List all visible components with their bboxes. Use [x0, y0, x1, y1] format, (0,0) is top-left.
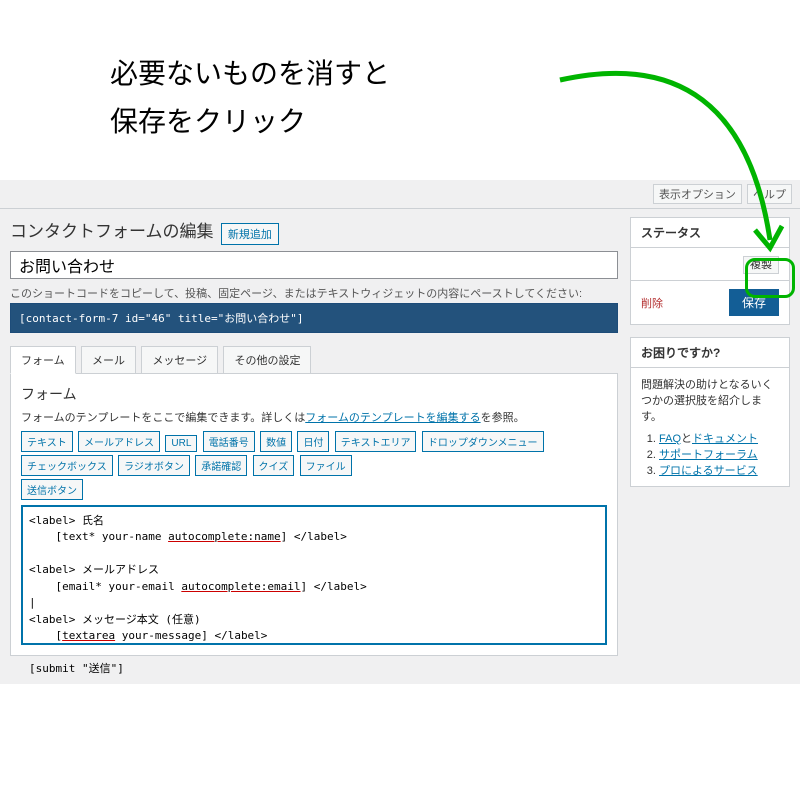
annotation-highlight-box [745, 258, 795, 298]
tag-btn-acceptance[interactable]: 承諾確認 [195, 455, 247, 476]
status-heading: ステータス [631, 218, 789, 248]
delete-link[interactable]: 削除 [641, 295, 663, 311]
tag-btn-date[interactable]: 日付 [297, 431, 329, 452]
form-section-heading: フォーム [21, 384, 607, 404]
shortcode-hint: このショートコードをコピーして、投稿、固定ページ、またはテキストウィジェットの内… [10, 285, 618, 301]
form-template-textarea[interactable]: <label> 氏名 [text* your-name autocomplete… [21, 505, 607, 645]
tab-mail[interactable]: メール [81, 346, 136, 373]
admin-page: 表示オプション ヘルプ コンタクトフォームの編集 新規追加 このショートコードを… [0, 180, 800, 684]
add-new-button[interactable]: 新規追加 [221, 223, 279, 245]
tag-btn-checkbox[interactable]: チェックボックス [21, 455, 113, 476]
help-description: 問題解決の助けとなるいくつかの選択肢を紹介します。 [641, 376, 779, 424]
form-title-input[interactable] [10, 251, 618, 279]
tag-btn-quiz[interactable]: クイズ [253, 455, 295, 476]
form-description: フォームのテンプレートをここで編集できます。詳しくはフォームのテンプレートを編集… [21, 409, 607, 425]
template-help-link[interactable]: フォームのテンプレートを編集する [305, 412, 480, 424]
tab-settings[interactable]: その他の設定 [223, 346, 311, 373]
tag-generator-buttons: テキスト メールアドレス URL 電話番号 数値 日付 テキストエリア ドロップ… [21, 431, 607, 503]
help-item-3: プロによるサービス [659, 462, 779, 478]
help-link-docs[interactable]: ドキュメント [692, 433, 758, 445]
tab-form[interactable]: フォーム [10, 346, 76, 374]
tag-btn-submit[interactable]: 送信ボタン [21, 479, 83, 500]
tag-btn-dropdown[interactable]: ドロップダウンメニュー [422, 431, 544, 452]
help-item-2: サポートフォーラム [659, 446, 779, 462]
tag-btn-email[interactable]: メールアドレス [78, 431, 160, 452]
help-link-forum[interactable]: サポートフォーラム [659, 449, 758, 461]
screen-options-btn[interactable]: 表示オプション [653, 184, 742, 204]
tag-btn-text[interactable]: テキスト [21, 431, 73, 452]
help-list: FAQとドキュメント サポートフォーラム プロによるサービス [641, 430, 779, 478]
page-title: コンタクトフォームの編集 [10, 217, 214, 242]
annotation-line-1: 必要ないものを消すと [110, 50, 390, 98]
form-panel: フォーム フォームのテンプレートをここで編集できます。詳しくはフォームのテンプレ… [10, 374, 618, 656]
tag-btn-radio[interactable]: ラジオボタン [118, 455, 190, 476]
tag-btn-number[interactable]: 数値 [260, 431, 292, 452]
tag-btn-file[interactable]: ファイル [300, 455, 352, 476]
annotation-line-2: 保存をクリック [110, 98, 390, 146]
screen-options-row: 表示オプション ヘルプ [0, 180, 800, 209]
help-heading: お困りですか? [631, 338, 789, 368]
help-link-faq[interactable]: FAQ [659, 433, 681, 445]
tag-btn-tel[interactable]: 電話番号 [203, 431, 255, 452]
tag-btn-textarea[interactable]: テキストエリア [335, 431, 417, 452]
main-column: コンタクトフォームの編集 新規追加 このショートコードをコピーして、投稿、固定ペ… [10, 217, 618, 656]
tab-messages[interactable]: メッセージ [141, 346, 218, 373]
annotation-area: 必要ないものを消すと 保存をクリック [0, 0, 800, 180]
help-tab-btn[interactable]: ヘルプ [747, 184, 792, 204]
tag-btn-url[interactable]: URL [165, 435, 197, 452]
help-box: お困りですか? 問題解決の助けとなるいくつかの選択肢を紹介します。 FAQとドキ… [630, 337, 790, 487]
annotation-text: 必要ないものを消すと 保存をクリック [110, 50, 390, 145]
tabs: フォーム メール メッセージ その他の設定 [10, 345, 618, 374]
help-link-pro[interactable]: プロによるサービス [659, 465, 758, 477]
shortcode-box[interactable]: [contact-form-7 id="46" title="お問い合わせ"] [10, 303, 618, 333]
help-item-1: FAQとドキュメント [659, 430, 779, 446]
